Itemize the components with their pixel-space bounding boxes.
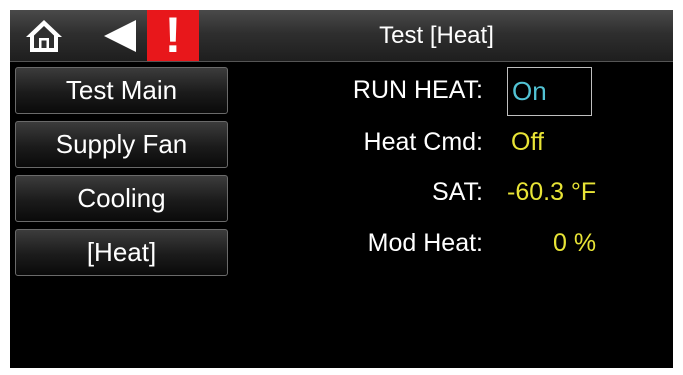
top-bar: ! Test [Heat] <box>10 10 673 62</box>
hmi-screen: ! Test [Heat] Test Main Supply Fan Cooli… <box>10 10 673 368</box>
alarm-button[interactable]: ! <box>147 10 199 61</box>
sat-label: SAT: <box>432 178 483 206</box>
heat-cmd-label: Heat Cmd: <box>363 128 483 156</box>
nav-supply-fan-button[interactable]: Supply Fan <box>15 121 228 168</box>
mod-heat-label: Mod Heat: <box>367 229 483 257</box>
nav-test-main-button[interactable]: Test Main <box>15 67 228 114</box>
sat-value: -60.3 °F <box>507 178 597 206</box>
home-button[interactable] <box>18 10 70 61</box>
back-button[interactable] <box>94 10 146 61</box>
run-heat-field[interactable]: On <box>507 67 592 116</box>
back-arrow-icon <box>104 19 136 52</box>
page-title: Test [Heat] <box>379 21 494 49</box>
run-heat-label: RUN HEAT: <box>352 76 483 104</box>
alarm-exclamation-icon: ! <box>164 10 182 63</box>
home-icon <box>26 19 62 52</box>
heat-cmd-value: Off <box>511 128 544 156</box>
nav-cooling-button[interactable]: Cooling <box>15 175 228 222</box>
mod-heat-value: 0 % <box>553 229 597 257</box>
run-heat-value: On <box>512 76 547 106</box>
nav-heat-button[interactable]: [Heat] <box>15 229 228 276</box>
